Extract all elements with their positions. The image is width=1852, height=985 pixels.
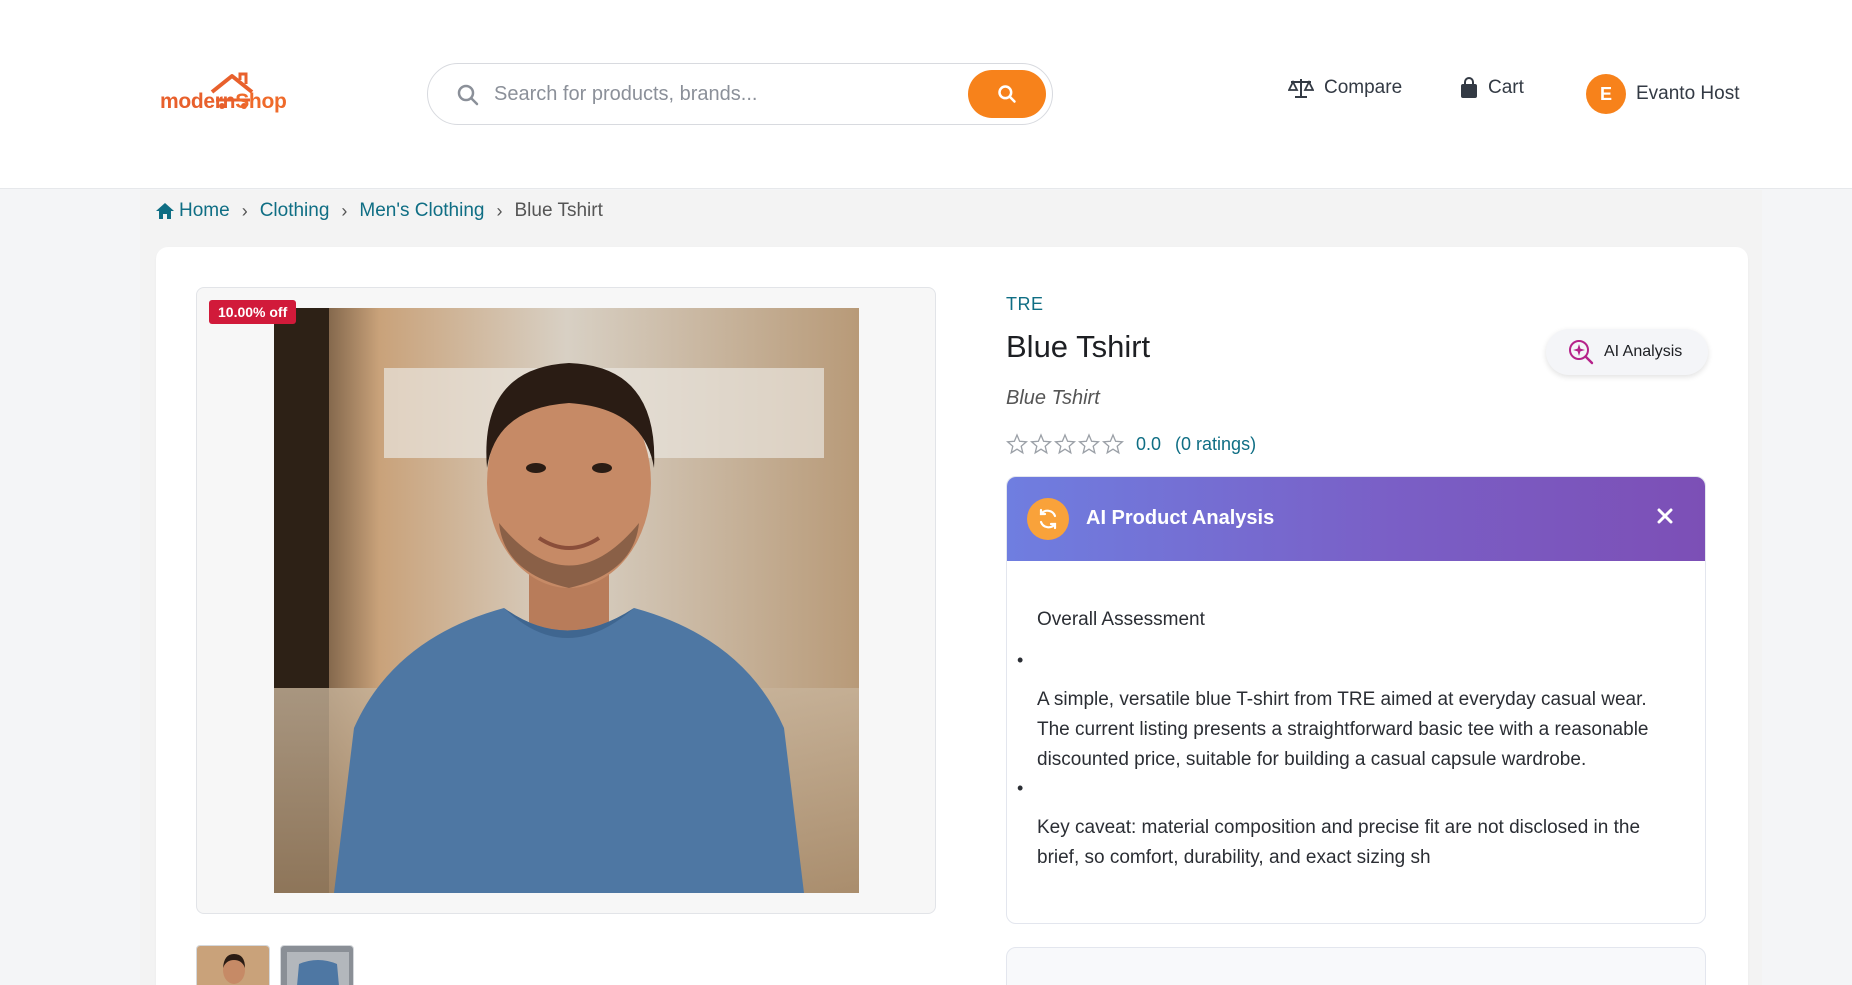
ai-paragraph-1: A simple, versatile blue T-shirt from TR…: [1037, 689, 1649, 770]
thumbnail-photo: [197, 946, 269, 985]
product-title: Blue Tshirt: [1006, 329, 1151, 364]
refresh-icon: [1027, 498, 1069, 540]
ai-panel-header: AI Product Analysis: [1007, 477, 1705, 561]
compare-link[interactable]: Compare: [1288, 77, 1402, 99]
ai-paragraph-2: Key caveat: material composition and pre…: [1037, 817, 1641, 868]
home-icon: [156, 203, 174, 219]
close-button[interactable]: [1653, 504, 1677, 528]
thumbnail-1[interactable]: [196, 945, 270, 985]
product-subtitle: Blue Tshirt: [1006, 387, 1100, 409]
product-rating: 0.0 (0 ratings): [1006, 433, 1256, 455]
user-menu[interactable]: E Evanto Host: [1586, 74, 1740, 114]
thumbnail-photo: [281, 946, 353, 985]
product-gallery: 10.00% off: [196, 287, 936, 914]
avatar: E: [1586, 74, 1626, 114]
scale-icon: [1288, 79, 1314, 98]
close-icon: [1657, 508, 1673, 524]
site-logo[interactable]: modernShop: [160, 70, 287, 126]
ai-analysis-button[interactable]: AI Analysis: [1546, 329, 1708, 375]
search-button[interactable]: [968, 70, 1046, 118]
chevron-right-icon: ›: [496, 200, 503, 221]
star-rating-icon: [1006, 433, 1124, 455]
price-panel: [1006, 947, 1706, 985]
compare-label: Compare: [1324, 77, 1403, 98]
product-brand[interactable]: TRE: [1006, 294, 1044, 315]
logo-text: modernShop: [160, 90, 287, 114]
bullet-marker: [1017, 773, 1677, 807]
discount-badge: 10.00% off: [209, 300, 297, 324]
shopping-bag-icon: [1461, 77, 1477, 98]
chevron-right-icon: ›: [241, 200, 248, 221]
cart-label: Cart: [1488, 77, 1524, 98]
breadcrumb-mens-clothing[interactable]: Men's Clothing: [359, 200, 484, 222]
ai-assessment-heading: Overall Assessment: [1037, 609, 1205, 630]
ai-panel-title: AI Product Analysis: [1086, 507, 1275, 529]
rating-value: 0.0: [1136, 433, 1162, 454]
search-bar: [427, 63, 1053, 125]
ai-analysis-panel: AI Product Analysis Overall Assessment A…: [1006, 476, 1706, 924]
logo-text-modern: modern: [160, 90, 236, 113]
product-main-image[interactable]: [274, 308, 859, 893]
rating-count[interactable]: (0 ratings): [1175, 434, 1256, 455]
product-card: 10.00% off TRE Blue Tshirt Blue Tshirt 0…: [156, 247, 1748, 985]
search-input[interactable]: [494, 76, 954, 112]
logo-text-shop: Shop: [235, 90, 287, 113]
ai-sparkle-search-icon: [1569, 340, 1594, 365]
user-name: Evanto Host: [1636, 83, 1740, 104]
product-photo: [274, 308, 859, 893]
search-icon: [998, 85, 1016, 103]
bullet-marker: [1017, 645, 1677, 679]
breadcrumb: Home › Clothing › Men's Clothing › Blue …: [155, 200, 603, 222]
cart-link[interactable]: Cart: [1460, 77, 1524, 99]
breadcrumb-clothing[interactable]: Clothing: [260, 200, 330, 222]
thumbnail-2[interactable]: [280, 945, 354, 985]
ai-panel-body: Overall Assessment A simple, versatile b…: [1017, 605, 1677, 881]
ai-analysis-label: AI Analysis: [1604, 343, 1683, 360]
search-icon: [457, 84, 479, 106]
site-header: modernShop Compare Cart: [0, 0, 1852, 189]
breadcrumb-current: Blue Tshirt: [514, 200, 603, 221]
breadcrumb-home[interactable]: Home: [155, 200, 230, 222]
page-content: Home › Clothing › Men's Clothing › Blue …: [140, 190, 1762, 985]
breadcrumb-home-label: Home: [179, 200, 230, 221]
chevron-right-icon: ›: [341, 200, 348, 221]
